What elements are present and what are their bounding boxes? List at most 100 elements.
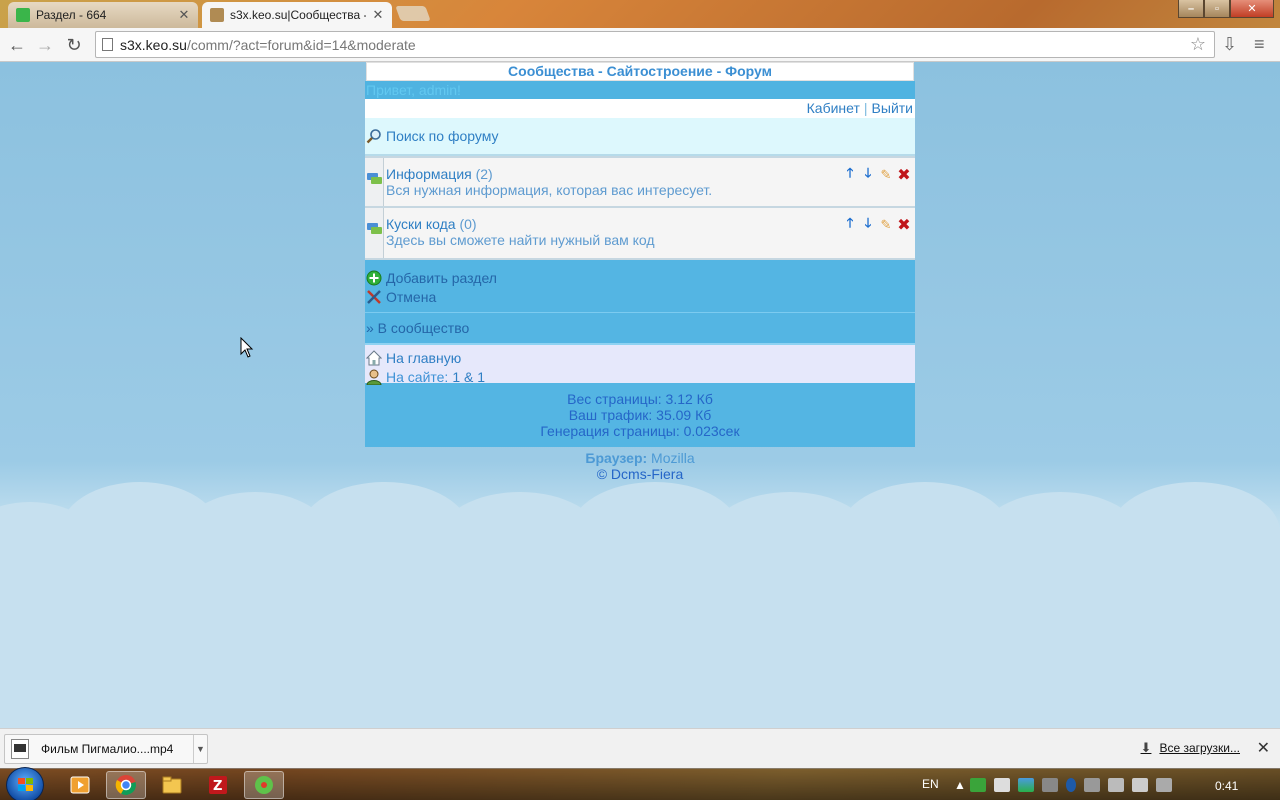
mouse-cursor-icon <box>240 337 254 358</box>
browser-label: Браузер: <box>585 450 648 466</box>
title-bar: Раздел - 664 ✕ s3x.keo.su|Сообщества - ✕… <box>0 0 1280 28</box>
edit-pencil-icon[interactable]: ✎ <box>879 217 893 232</box>
user-links: Кабинет | Выйти <box>365 99 915 118</box>
footer: Браузер: Mozilla © Dcms-Fiera <box>365 450 915 482</box>
edit-pencil-icon[interactable]: ✎ <box>879 167 893 182</box>
link-separator: | <box>863 100 868 116</box>
forum-description: Здесь вы сможете найти нужный вам код <box>386 232 655 248</box>
folder-icon <box>162 776 182 794</box>
close-tab-icon[interactable]: ✕ <box>178 7 190 23</box>
media-player-taskbar-button[interactable] <box>60 771 100 799</box>
move-up-icon[interactable]: 🡑 <box>843 215 857 232</box>
page-stats: Вес страницы: 3.12 Кб Ваш трафик: 35.09 … <box>365 383 915 447</box>
cancel-link[interactable]: Отмена <box>386 289 436 305</box>
move-down-icon[interactable]: 🡓 <box>861 215 875 232</box>
explorer-taskbar-button[interactable] <box>152 771 192 799</box>
to-community-row: » В сообщество <box>365 313 915 345</box>
chat-bubbles-icon <box>367 222 383 236</box>
forward-arrow-icon[interactable]: → <box>33 33 57 57</box>
tab-community[interactable]: s3x.keo.su|Сообщества - ✕ <box>202 2 392 28</box>
chrome-taskbar-button[interactable] <box>106 771 146 799</box>
forum-description: Вся нужная информация, которая вас интер… <box>386 182 713 198</box>
close-tab-icon[interactable]: ✕ <box>372 7 384 23</box>
home-link[interactable]: На главную <box>386 350 461 366</box>
reload-icon[interactable]: ↻ <box>62 33 86 57</box>
copyright-link[interactable]: © Dcms-Fiera <box>365 466 915 482</box>
forum-actions: 🡑 🡓 ✎ ✖ <box>843 215 911 234</box>
new-tab-button[interactable] <box>395 6 431 21</box>
download-file-name: Фильм Пигмалио....mp4 <box>41 742 174 756</box>
to-community-link[interactable]: » В сообщество <box>366 320 469 336</box>
home-panel: На главную На сайте: 1 & 1 <box>365 345 915 385</box>
house-icon <box>365 349 383 366</box>
forum-name-link[interactable]: Куски кода <box>386 216 456 232</box>
cabinet-link[interactable]: Кабинет <box>807 100 860 116</box>
menu-icon[interactable]: ≡ <box>1254 34 1265 55</box>
browser-toolbar: ← → ↻ s3x.keo.su/comm/?act=forum&id=14&m… <box>0 28 1280 62</box>
delete-icon[interactable]: ✖ <box>897 217 911 234</box>
download-bar: Фильм Пигмалио....mp4 ▼ ⬇ Все загрузки..… <box>0 728 1280 768</box>
forum-row[interactable]: Информация (2) Вся нужная информация, ко… <box>365 156 915 208</box>
address-bar[interactable]: s3x.keo.su/comm/?act=forum&id=14&moderat… <box>95 31 1215 58</box>
page-title: Сообщества - Сайтостроение - Форум <box>366 62 914 81</box>
icq-taskbar-button[interactable] <box>244 771 284 799</box>
clock[interactable]: 0:41 <box>1215 779 1238 793</box>
bluetooth-icon[interactable] <box>1066 778 1076 792</box>
back-arrow-icon[interactable]: ← <box>5 33 29 57</box>
tab-razdel[interactable]: Раздел - 664 ✕ <box>8 2 198 28</box>
forum-row[interactable]: Куски кода (0) Здесь вы сможете найти ну… <box>365 208 915 260</box>
online-label: На сайте: <box>386 368 449 385</box>
magnifier-icon <box>366 128 382 144</box>
home-row: На главную <box>365 348 915 367</box>
plus-circle-icon <box>366 270 382 286</box>
move-down-icon[interactable]: 🡓 <box>861 165 875 182</box>
greeting: Привет, admin! <box>365 81 915 99</box>
delete-icon[interactable]: ✖ <box>897 167 911 184</box>
admin-panel: Добавить раздел Отмена <box>365 260 915 313</box>
volume-mixer-icon[interactable] <box>1042 778 1058 792</box>
action-center-icon[interactable] <box>994 778 1010 792</box>
browser-value: Mozilla <box>651 450 695 466</box>
download-menu-chevron-icon[interactable]: ▼ <box>193 735 207 763</box>
usb-icon[interactable] <box>1108 778 1124 792</box>
tab-title: s3x.keo.su|Сообщества - <box>230 8 366 22</box>
network-icon[interactable] <box>1156 778 1172 792</box>
online-count-link[interactable]: 1 & 1 <box>452 369 485 385</box>
add-section-link[interactable]: Добавить раздел <box>386 270 497 286</box>
download-arrow-icon: ⬇ <box>1140 740 1152 755</box>
tools-icon <box>366 289 382 305</box>
flower-app-icon <box>255 776 273 794</box>
minimize-button[interactable]: – <box>1178 0 1204 18</box>
close-download-bar-icon[interactable]: ✕ <box>1257 738 1270 758</box>
move-up-icon[interactable]: 🡑 <box>843 165 857 182</box>
download-item[interactable]: Фильм Пигмалио....mp4 ▼ <box>4 734 208 764</box>
forum-search-link[interactable]: Поиск по форуму <box>386 128 499 144</box>
network-app-icon[interactable] <box>1018 778 1034 792</box>
tray-expand-icon[interactable]: ▲ <box>954 778 966 792</box>
speaker-icon[interactable] <box>1132 778 1148 792</box>
logout-link[interactable]: Выйти <box>872 100 913 116</box>
add-section-row: Добавить раздел <box>366 268 915 287</box>
all-downloads-link[interactable]: Все загрузки... <box>1159 741 1240 755</box>
flag-icon[interactable] <box>970 778 986 792</box>
system-tray: ▲ <box>950 769 1176 800</box>
forum-name-link[interactable]: Информация <box>386 166 472 182</box>
bookmark-star-icon[interactable]: ☆ <box>1190 34 1206 55</box>
traffic: Ваш трафик: 35.09 Кб <box>568 407 712 423</box>
browser-info: Браузер: Mozilla <box>365 450 915 466</box>
cancel-row: Отмена <box>366 287 915 306</box>
start-button[interactable] <box>6 767 44 800</box>
device-icon[interactable] <box>1084 778 1100 792</box>
tab-title: Раздел - 664 <box>36 8 107 22</box>
extension-icon[interactable]: ⇩ <box>1222 34 1237 55</box>
maximize-button[interactable]: ▫ <box>1204 0 1230 18</box>
close-window-button[interactable]: ✕ <box>1230 0 1274 18</box>
language-indicator[interactable]: EN <box>922 777 939 791</box>
chat-bubbles-icon <box>367 172 383 186</box>
checkbox-favicon-icon <box>16 8 30 22</box>
forum-actions: 🡑 🡓 ✎ ✖ <box>843 165 911 184</box>
filezilla-taskbar-button[interactable]: Z <box>198 771 238 799</box>
all-downloads[interactable]: ⬇ Все загрузки... <box>1141 740 1240 756</box>
forum-title: Куски кода (0) <box>386 216 477 232</box>
windows-logo-icon <box>18 778 34 792</box>
